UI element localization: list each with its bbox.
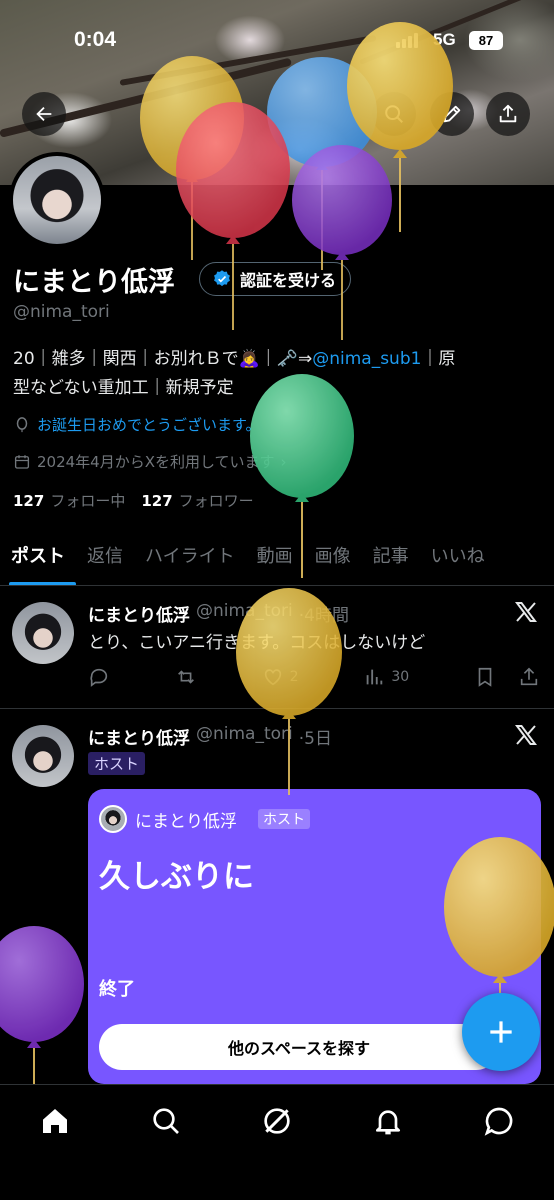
post-header: にまとり低浮 @nima_tori ·4時間 xyxy=(88,601,349,626)
arrow-left-icon xyxy=(36,106,52,122)
space-title: 久しぶりに xyxy=(99,859,254,895)
space-host-avatar xyxy=(99,805,127,833)
post-item[interactable]: にまとり低浮 @nima_tori ·4時間 とり、こいアニ行きます。コスはしな… xyxy=(0,586,554,709)
space-host-badge: ホスト xyxy=(258,809,310,829)
bookmark-icon[interactable] xyxy=(474,666,496,688)
birthday-row: お誕生日おめでとうございます。 xyxy=(13,414,261,435)
views-icon xyxy=(367,669,383,685)
balloon-icon xyxy=(16,416,28,432)
post-time: ·5日 xyxy=(298,729,332,749)
joined-row[interactable]: 2024年4月からXを利用しています › xyxy=(13,451,287,472)
calendar-icon xyxy=(14,454,30,469)
home-icon xyxy=(43,1109,67,1133)
bell-icon xyxy=(376,1110,400,1135)
tab-likes[interactable]: いいね xyxy=(420,534,496,585)
share-button[interactable] xyxy=(486,92,530,136)
post-author-name[interactable]: にまとり低浮 xyxy=(88,724,190,749)
grok-icon xyxy=(264,1108,290,1134)
heart-icon xyxy=(264,669,281,686)
nav-home[interactable] xyxy=(37,1103,73,1139)
tab-articles[interactable]: 記事 xyxy=(362,534,420,585)
followers-link[interactable]: 127 フォロワー xyxy=(141,490,253,511)
post-avatar[interactable] xyxy=(12,602,74,664)
birthday-text: お誕生日おめでとうございます。 xyxy=(37,416,261,434)
x-logo-icon xyxy=(515,725,537,745)
joined-text: 2024年4月からXを利用しています xyxy=(37,453,275,471)
nav-notifications[interactable] xyxy=(370,1103,406,1139)
tab-posts[interactable]: ポスト xyxy=(0,534,76,585)
post-author-handle[interactable]: @nima_tori xyxy=(196,724,293,749)
battery-icon: 87 xyxy=(469,31,503,50)
tab-highlights[interactable]: ハイライト xyxy=(134,534,246,585)
post-author-name[interactable]: にまとり低浮 xyxy=(88,601,190,626)
nav-grok[interactable] xyxy=(259,1103,295,1139)
follow-stats: 127 フォロー中 127 フォロワー xyxy=(13,490,254,511)
tab-videos[interactable]: 動画 xyxy=(246,534,304,585)
host-badge: ホスト xyxy=(88,752,146,775)
edit-profile-button[interactable] xyxy=(430,92,474,136)
profile-bio: 20｜雑多｜関西｜お別れＢで🙇‍♀️｜🗝️⇒@nima_sub1｜原 型などない… xyxy=(13,345,543,403)
nav-messages[interactable] xyxy=(481,1103,517,1139)
post-header: にまとり低浮 @nima_tori ·5日 xyxy=(88,724,332,749)
reply-icon xyxy=(90,668,108,687)
profile-handle: @nima_tori xyxy=(13,302,110,322)
bio-text: ｜原 xyxy=(421,349,456,369)
post-actions: 2 30 xyxy=(88,666,540,688)
bio-text: 型などない重加工｜新規予定 xyxy=(13,378,234,398)
get-verified-label: 認証を受ける xyxy=(240,271,337,290)
repost-button[interactable] xyxy=(175,666,197,688)
search-icon xyxy=(153,1108,179,1134)
profile-tabs: ポスト 返信 ハイライト 動画 画像 記事 いいね xyxy=(0,534,554,586)
space-status: 終了 xyxy=(99,979,135,1000)
get-verified-button[interactable]: 認証を受ける xyxy=(199,262,352,296)
like-button[interactable]: 2 xyxy=(262,666,299,688)
x-logo-icon xyxy=(515,602,537,622)
share-icon[interactable] xyxy=(518,666,540,688)
plus-icon xyxy=(490,1021,512,1043)
following-link[interactable]: 127 フォロー中 xyxy=(13,490,125,511)
nav-search[interactable] xyxy=(148,1103,184,1139)
post-extra-actions xyxy=(474,666,540,688)
signal-icon xyxy=(396,32,418,48)
reply-button[interactable] xyxy=(88,666,110,688)
bottom-navigation xyxy=(0,1084,554,1200)
post-text: とり、こいアニ行きます。コスはしないけど xyxy=(88,633,426,653)
share-icon xyxy=(499,104,517,123)
profile-name: にまとり低浮 xyxy=(13,267,175,298)
status-bar: 0:04 5G 87 xyxy=(0,28,554,56)
explore-spaces-button[interactable]: 他のスペースを探す xyxy=(99,1024,499,1070)
bio-text: 20｜雑多｜関西｜お別れＢで🙇‍♀️｜🗝️⇒ xyxy=(13,349,313,369)
post-time: ·4時間 xyxy=(298,606,349,626)
like-count: 2 xyxy=(289,669,299,685)
space-host-name: にまとり低浮 xyxy=(135,812,237,832)
search-button[interactable] xyxy=(372,92,416,136)
post-author-handle[interactable]: @nima_tori xyxy=(196,601,293,626)
post-avatar[interactable] xyxy=(12,725,74,787)
repost-icon xyxy=(177,670,194,684)
bio-mention-link[interactable]: @nima_sub1 xyxy=(312,349,421,369)
mail-icon xyxy=(484,1107,513,1136)
tab-photos[interactable]: 画像 xyxy=(304,534,362,585)
chevron-right-icon: › xyxy=(280,452,287,471)
pencil-icon xyxy=(443,105,461,123)
back-button[interactable] xyxy=(22,92,66,136)
profile-avatar[interactable] xyxy=(9,152,105,248)
search-icon xyxy=(385,105,403,123)
view-count: 30 xyxy=(391,669,410,685)
status-time: 0:04 xyxy=(74,28,117,51)
views-button[interactable]: 30 xyxy=(363,666,409,688)
tab-replies[interactable]: 返信 xyxy=(76,534,134,585)
compose-button[interactable] xyxy=(462,993,540,1071)
verified-badge-icon xyxy=(214,270,230,287)
network-label: 5G xyxy=(433,30,456,49)
